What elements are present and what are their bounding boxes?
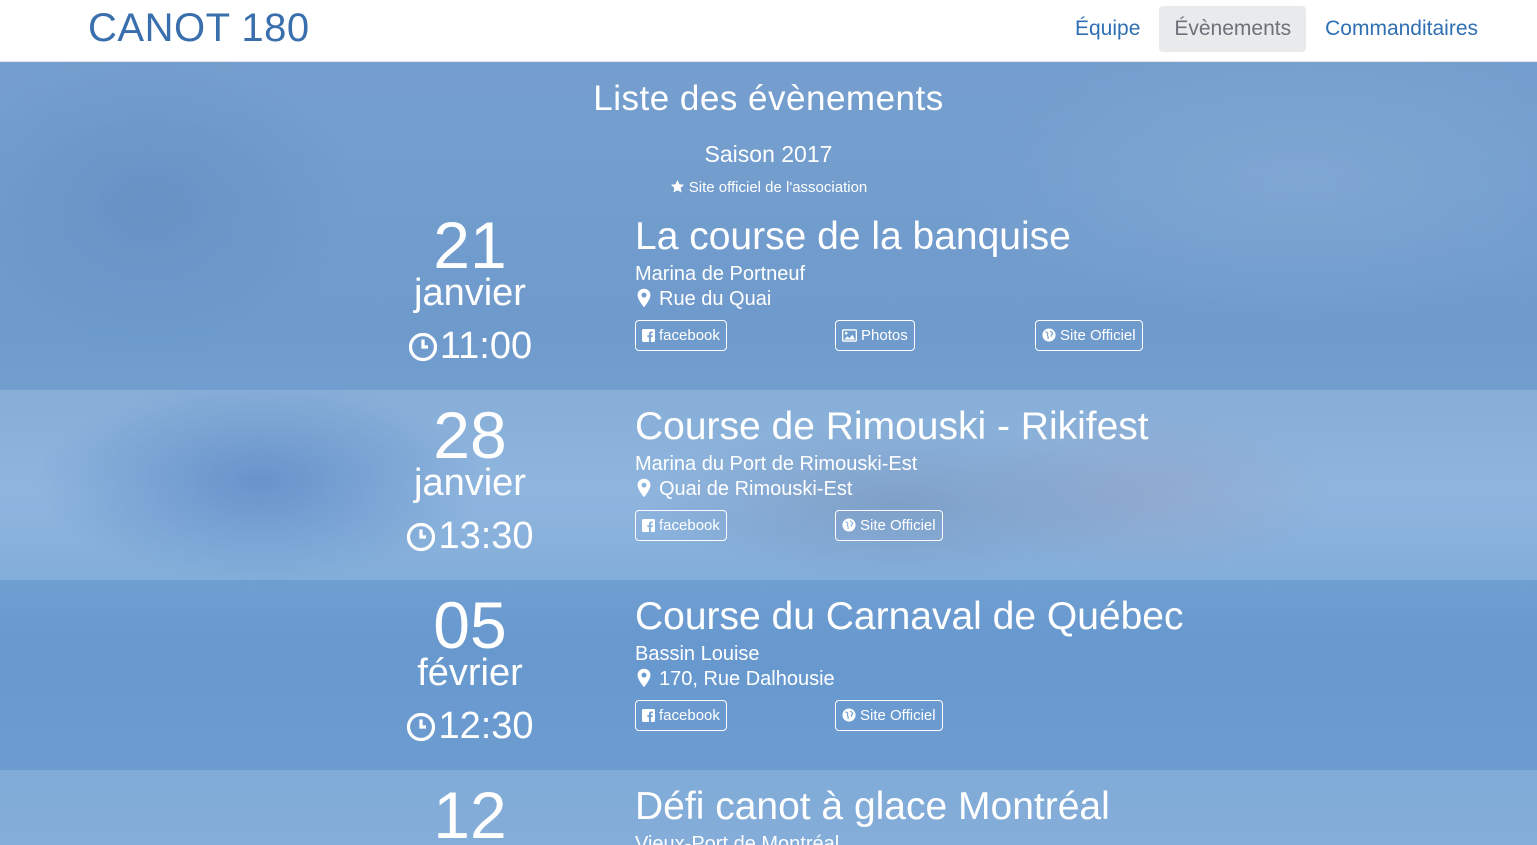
facebook-button-label: facebook bbox=[659, 517, 720, 534]
facebook-button-label: facebook bbox=[659, 327, 720, 344]
main-nav: Équipe Évènements Commanditaires bbox=[1060, 6, 1493, 52]
event-venue: Bassin Louise bbox=[635, 643, 760, 665]
facebook-button[interactable]: facebook bbox=[635, 510, 727, 541]
nav-item-evenements[interactable]: Évènements bbox=[1159, 6, 1307, 52]
event-time-value: 12:30 bbox=[438, 705, 534, 747]
event-time: 12:30 bbox=[370, 705, 570, 747]
facebook-icon bbox=[642, 329, 655, 342]
event-address: Quai de Rimouski-Est bbox=[635, 477, 852, 501]
clock-icon bbox=[407, 712, 436, 742]
brand-logo[interactable]: CANOT 180 bbox=[88, 4, 310, 52]
event-day: 21 bbox=[433, 208, 507, 282]
event-item: 21 janvier 11:00 La course de la banquis… bbox=[0, 200, 1537, 390]
official-association-link[interactable]: Site officiel de l'association bbox=[0, 179, 1537, 196]
star-icon bbox=[670, 179, 684, 193]
official-site-button-label: Site Officiel bbox=[860, 707, 936, 724]
page-title: Liste des évènements bbox=[593, 79, 944, 118]
event-venue: Marina du Port de Rimouski-Est bbox=[635, 453, 918, 475]
official-site-button[interactable]: Site Officiel bbox=[835, 700, 943, 731]
photos-button-label: Photos bbox=[861, 327, 908, 344]
event-time: 11:00 bbox=[370, 325, 570, 367]
event-item: 12 Défi canot à glace Montréal Vieux-Por… bbox=[0, 770, 1537, 845]
event-time-value: 13:30 bbox=[438, 515, 534, 557]
event-month: janvier bbox=[414, 272, 526, 314]
event-day: 05 bbox=[433, 588, 507, 662]
facebook-button[interactable]: facebook bbox=[635, 320, 727, 351]
globe-icon bbox=[842, 708, 856, 722]
official-site-button-label: Site Officiel bbox=[860, 517, 936, 534]
clock-icon bbox=[407, 522, 436, 552]
globe-icon bbox=[1042, 328, 1056, 342]
event-time-value: 11:00 bbox=[439, 325, 533, 367]
event-address: Rue du Quai bbox=[635, 287, 771, 311]
globe-icon bbox=[842, 518, 856, 532]
event-item: 28 janvier 13:30 Course de Rimouski - Ri… bbox=[0, 390, 1537, 580]
event-address-label: 170, Rue Dalhousie bbox=[659, 668, 835, 690]
event-title: Défi canot à glace Montréal bbox=[635, 785, 1110, 828]
event-month: février bbox=[417, 652, 523, 694]
event-time: 13:30 bbox=[370, 515, 570, 557]
event-day: 28 bbox=[433, 398, 507, 472]
map-marker-icon bbox=[637, 478, 651, 498]
event-venue: Vieux-Port de Montréal bbox=[635, 833, 840, 845]
official-site-button-label: Site Officiel bbox=[1060, 327, 1136, 344]
event-address-label: Rue du Quai bbox=[659, 288, 772, 310]
image-icon bbox=[842, 329, 857, 342]
event-address: 170, Rue Dalhousie bbox=[635, 667, 835, 691]
map-marker-icon bbox=[637, 288, 651, 308]
event-title: La course de la banquise bbox=[635, 215, 1071, 258]
photos-button[interactable]: Photos bbox=[835, 320, 915, 351]
event-title: Course du Carnaval de Québec bbox=[635, 595, 1184, 638]
map-marker-icon bbox=[637, 668, 651, 688]
event-month: janvier bbox=[414, 462, 526, 504]
official-site-button[interactable]: Site Officiel bbox=[835, 510, 943, 541]
nav-item-commanditaires[interactable]: Commanditaires bbox=[1310, 6, 1493, 52]
event-item: 05 février 12:30 Course du Carnaval de Q… bbox=[0, 580, 1537, 770]
event-address-label: Quai de Rimouski-Est bbox=[659, 478, 853, 500]
facebook-button-label: facebook bbox=[659, 707, 720, 724]
navbar: CANOT 180 Équipe Évènements Commanditair… bbox=[0, 0, 1537, 62]
event-title: Course de Rimouski - Rikifest bbox=[635, 405, 1149, 448]
facebook-icon bbox=[642, 519, 655, 532]
event-day: 12 bbox=[433, 778, 507, 845]
facebook-icon bbox=[642, 709, 655, 722]
clock-icon bbox=[408, 332, 437, 362]
official-site-button[interactable]: Site Officiel bbox=[1035, 320, 1143, 351]
facebook-button[interactable]: facebook bbox=[635, 700, 727, 731]
event-venue: Marina de Portneuf bbox=[635, 263, 806, 285]
official-link-label: Site officiel de l'association bbox=[688, 179, 868, 196]
nav-item-equipe[interactable]: Équipe bbox=[1060, 6, 1155, 52]
season-label: Saison 2017 bbox=[704, 141, 833, 167]
